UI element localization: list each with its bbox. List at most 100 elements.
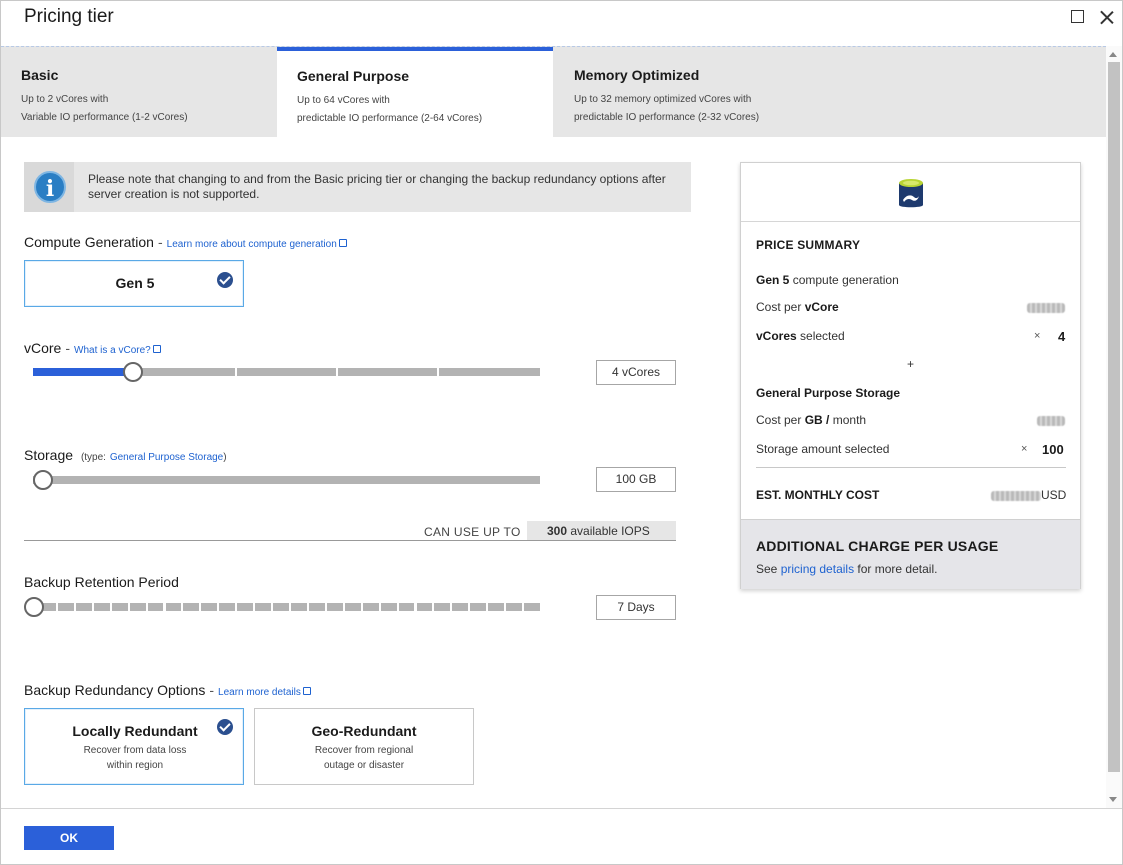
section-label-text: vCore xyxy=(24,340,62,356)
additional-charge-text: See pricing details for more detail. xyxy=(756,562,937,576)
vcores-count: 4 xyxy=(1058,329,1066,344)
est-monthly-cost-label: EST. MONTHLY COST xyxy=(756,488,880,502)
storage-value-box[interactable]: 100 GB xyxy=(596,467,676,492)
ok-button[interactable]: OK xyxy=(24,826,114,850)
summary-header xyxy=(741,163,1080,222)
cost-prefix: Cost per xyxy=(756,300,802,314)
info-icon: i xyxy=(34,171,66,203)
storage-type-prefix: (type: xyxy=(80,452,106,463)
tab-desc-line: Up to 32 memory optimized vCores with xyxy=(574,94,752,105)
price-summary-panel: PRICE SUMMARY Gen 5 compute generation C… xyxy=(740,162,1081,589)
cost-prefix: Cost per xyxy=(756,413,802,427)
iops-value: 300 xyxy=(547,524,568,538)
storage-type-link[interactable]: General Purpose Storage xyxy=(110,452,223,463)
info-icon-box: i xyxy=(24,162,74,212)
maximize-icon[interactable] xyxy=(1071,10,1084,23)
backup-retention-value-box[interactable]: 7 Days xyxy=(596,595,676,620)
slider-segment xyxy=(237,603,254,611)
cost-gb-rest: month xyxy=(832,413,867,427)
slider-segment xyxy=(434,603,451,611)
close-icon[interactable] xyxy=(1099,10,1115,26)
checkmark-icon xyxy=(217,272,233,288)
external-link-icon xyxy=(338,239,347,247)
additional-charge-title: ADDITIONAL CHARGE PER USAGE xyxy=(756,538,999,554)
cost-per-gb-value-redacted xyxy=(1037,413,1065,427)
option-sub: outage or disaster xyxy=(323,760,405,771)
what-is-vcore-link[interactable]: What is a vCore? xyxy=(74,345,151,356)
pricing-details-link[interactable]: pricing details xyxy=(781,562,854,576)
add-suffix: for more detail. xyxy=(857,562,938,576)
vcores-bold: vCores xyxy=(756,329,797,343)
option-title: Locally Redundant xyxy=(72,723,198,739)
slider-segment xyxy=(470,603,487,611)
slider-segment xyxy=(57,603,74,611)
tab-title: Basic xyxy=(21,67,59,83)
vcore-slider-thumb[interactable] xyxy=(123,362,143,382)
info-banner: i Please note that changing to and from … xyxy=(24,162,691,212)
gen-rest: compute generation xyxy=(792,273,899,287)
slider-segment xyxy=(338,368,437,376)
price-summary-title: PRICE SUMMARY xyxy=(756,238,861,252)
backup-retention-slider[interactable] xyxy=(24,597,540,617)
gen5-option-card[interactable]: Gen 5 xyxy=(24,260,244,307)
compute-generation-link[interactable]: Learn more about compute generation xyxy=(167,239,337,250)
external-link-icon xyxy=(302,687,311,695)
tab-basic[interactable]: Basic Up to 2 vCores with Variable IO pe… xyxy=(1,47,276,138)
currency: USD xyxy=(1041,488,1067,502)
cost-per-vcore-value-redacted xyxy=(1027,300,1065,314)
slider-segment xyxy=(344,603,361,611)
slider-segment xyxy=(439,368,540,376)
backup-retention-label: Backup Retention Period xyxy=(24,574,179,590)
vcore-value-box[interactable]: 4 vCores xyxy=(596,360,676,385)
slider-segment xyxy=(237,368,336,376)
vcore-label: vCore - What is a vCore? xyxy=(24,340,161,356)
summary-divider xyxy=(756,467,1066,468)
slider-segment xyxy=(362,603,379,611)
option-sub: Recover from data loss xyxy=(83,745,187,756)
tab-general-purpose[interactable]: General Purpose Up to 64 vCores with pre… xyxy=(277,47,553,138)
scroll-up-icon[interactable] xyxy=(1109,52,1117,57)
est-cost-redacted xyxy=(991,490,1041,501)
backup-redundancy-label: Backup Redundancy Options - Learn more det… xyxy=(24,682,311,698)
tab-desc-line: predictable IO performance (2-64 vCores) xyxy=(297,113,483,124)
iops-label: CAN USE UP TO xyxy=(424,525,521,539)
slider-segment xyxy=(273,603,289,611)
cost-vcore-bold: vCore xyxy=(804,300,839,314)
gen5-title: Gen 5 xyxy=(115,275,155,291)
geo-redundant-option-card[interactable]: Geo-Redundant Recover from regional outa… xyxy=(254,708,474,785)
option-sub: Recover from regional xyxy=(314,745,414,756)
checkmark-icon xyxy=(217,719,233,735)
tab-memory-optimized[interactable]: Memory Optimized Up to 32 memory optimiz… xyxy=(554,47,1106,138)
add-prefix: See xyxy=(756,562,778,576)
vcores-selected-row: vCores selected xyxy=(756,329,845,343)
storage-slider-thumb[interactable] xyxy=(33,470,53,490)
scroll-down-icon[interactable] xyxy=(1109,797,1117,802)
storage-type-suffix: ) xyxy=(223,452,227,463)
scrollbar-thumb[interactable] xyxy=(1108,62,1120,772)
locally-redundant-option-card[interactable]: Locally Redundant Recover from data loss… xyxy=(24,708,244,785)
multiply-sign: × xyxy=(1034,330,1041,342)
iops-divider xyxy=(24,540,676,541)
est-monthly-cost-value: USD xyxy=(991,488,1066,502)
dialog-title: Pricing tier xyxy=(24,6,114,27)
additional-charge-section: ADDITIONAL CHARGE PER USAGE See pricing … xyxy=(741,519,1080,589)
slider-segment xyxy=(135,368,235,376)
slider-segment xyxy=(111,603,128,611)
storage-heading: General Purpose Storage xyxy=(756,386,901,400)
backup-redundancy-link[interactable]: Learn more details xyxy=(218,687,301,698)
slider-segment xyxy=(201,603,218,611)
slider-segment xyxy=(165,603,182,611)
slider-segment xyxy=(524,603,540,611)
storage-slider[interactable] xyxy=(24,470,540,490)
vcore-slider[interactable] xyxy=(24,362,540,382)
slider-segment xyxy=(380,603,397,611)
backup-retention-slider-thumb[interactable] xyxy=(24,597,44,617)
pricing-tier-tabs: Basic Up to 2 vCores with Variable IO pe… xyxy=(1,46,1106,138)
tab-desc-line: Up to 64 vCores with xyxy=(297,95,390,106)
slider-segment xyxy=(452,603,469,611)
slider-segment xyxy=(488,603,505,611)
plus-sign: + xyxy=(907,357,915,371)
tab-desc-line: predictable IO performance (2-32 vCores) xyxy=(574,112,760,123)
storage-label: Storage (type: General Purpose Storage) xyxy=(24,447,227,463)
cost-gb-bold: GB / xyxy=(804,413,830,427)
